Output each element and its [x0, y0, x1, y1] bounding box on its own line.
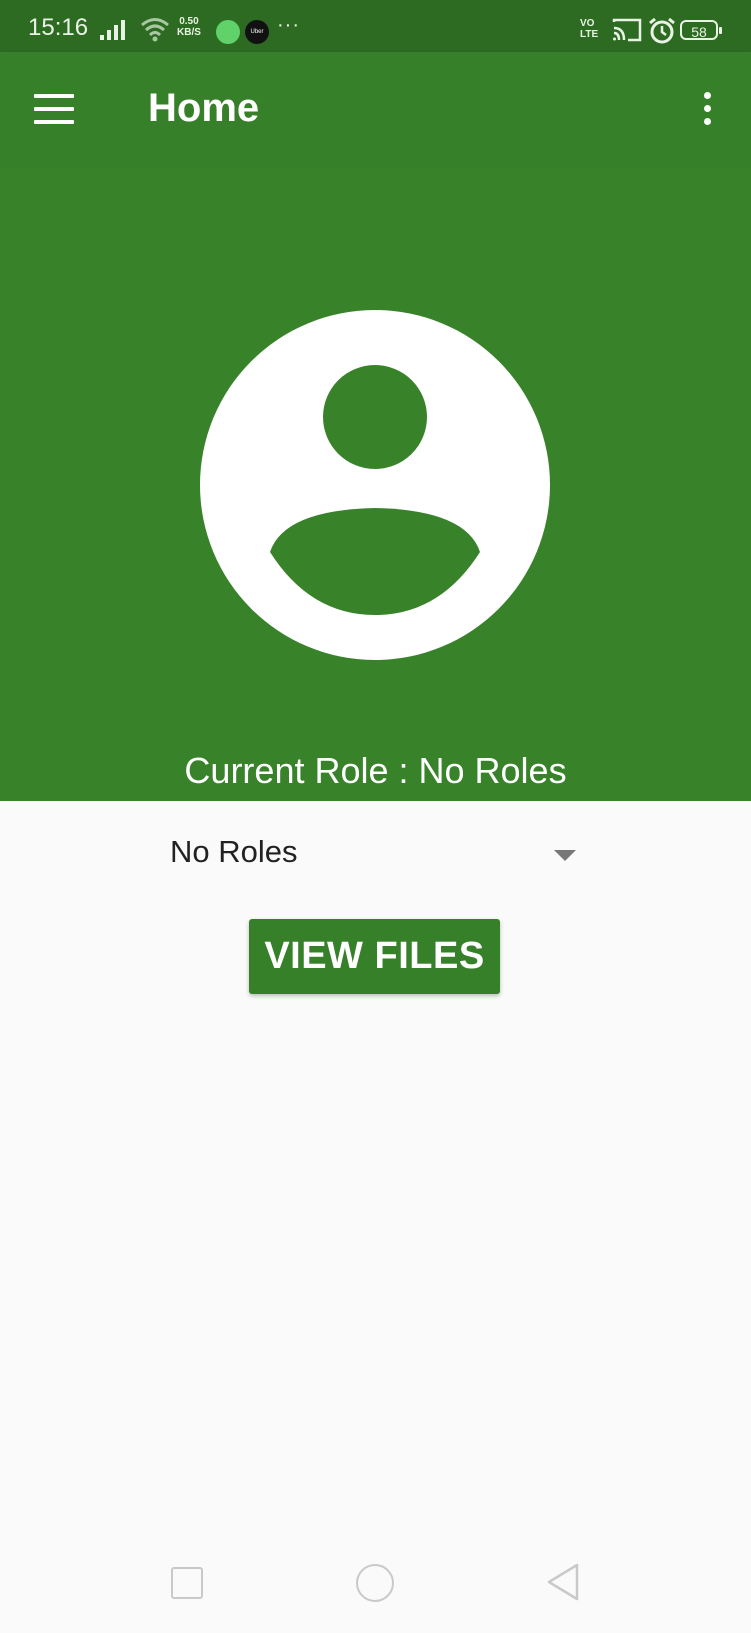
- speed-value: 0.50: [179, 16, 199, 27]
- back-icon[interactable]: [545, 1562, 581, 1602]
- status-time: 15:16: [28, 14, 89, 41]
- status-bar: 15:16 0.50 KB/S Uber ··· VO LTE 58: [0, 0, 751, 52]
- speed-unit: KB/S: [177, 27, 201, 38]
- hamburger-menu-icon[interactable]: [34, 94, 74, 124]
- uber-icon: Uber: [245, 20, 269, 44]
- app-bar: Home: [0, 52, 751, 168]
- current-role-label: Current Role : No Roles: [184, 750, 567, 791]
- network-speed: 0.50 KB/S: [177, 16, 201, 38]
- profile-header: Current Role : No Roles: [0, 168, 751, 801]
- signal-icon: [100, 20, 125, 40]
- volte-icon: VO LTE: [580, 18, 598, 40]
- home-icon[interactable]: [356, 1564, 394, 1602]
- wifi-icon: [141, 18, 169, 42]
- more-vertical-icon[interactable]: [700, 92, 714, 128]
- dropdown-arrow-icon: [554, 850, 576, 861]
- alarm-icon: [649, 18, 675, 44]
- role-dropdown-value: No Roles: [170, 834, 298, 869]
- role-dropdown[interactable]: No Roles: [170, 828, 582, 880]
- page-title: Home: [148, 86, 260, 130]
- system-nav-bar: [0, 1540, 751, 1633]
- battery-icon: 58: [680, 20, 722, 40]
- view-files-button[interactable]: VIEW FILES: [249, 919, 500, 994]
- volte-bottom: LTE: [580, 29, 599, 40]
- whatsapp-icon: [216, 20, 240, 44]
- cast-icon: [612, 18, 642, 42]
- more-notifications-icon: ···: [277, 14, 300, 36]
- account-circle-icon: [200, 310, 550, 660]
- volte-top: VO: [580, 18, 595, 29]
- recents-icon[interactable]: [171, 1567, 203, 1599]
